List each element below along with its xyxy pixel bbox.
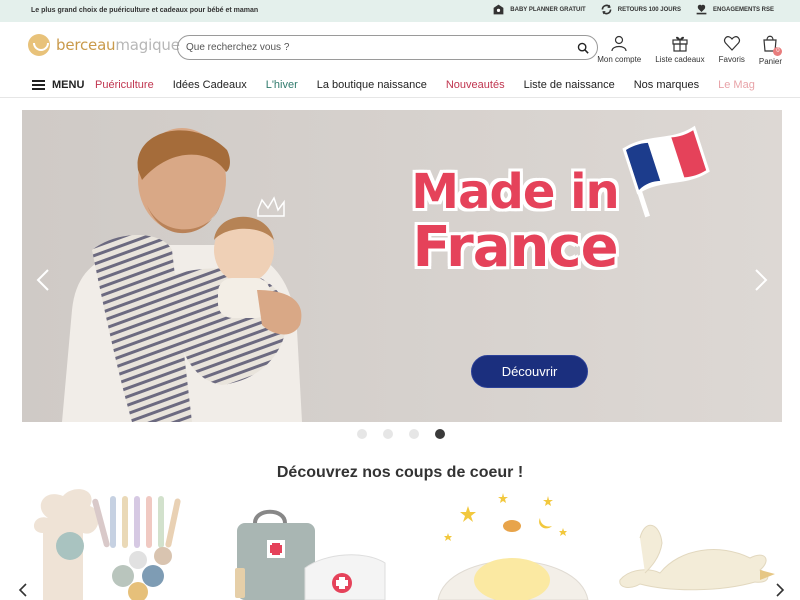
baby-planner-icon [493,4,504,15]
perk-baby-planner[interactable]: BABY PLANNER GRATUIT [492,3,586,16]
nav-item-puericulture[interactable]: Puériculture [95,79,154,91]
nav-item-hiver[interactable]: L'hiver [266,79,298,91]
perk-returns[interactable]: RETOURS 100 JOURS [600,3,681,16]
product-card-night-light[interactable] [428,488,598,600]
rse-icon [696,4,707,15]
site-logo[interactable]: berceaumagique [28,34,180,56]
logo-mark [28,34,50,56]
menu-button[interactable]: MENU [32,79,84,91]
carousel-dot[interactable] [409,429,419,439]
cart-count-badge: 0 [773,47,783,56]
discover-button[interactable]: Découvrir [471,355,588,388]
hero-headline-line1: Made in [411,164,619,220]
hero-banner[interactable]: Made in France Découvrir [22,110,782,422]
main-nav: MENU Puériculture Idées Cadeaux L'hiver … [0,74,800,98]
search-input[interactable] [186,42,577,53]
logo-wordmark: berceaumagique [56,36,180,54]
nav-item-liste-naissance[interactable]: Liste de naissance [524,79,615,91]
heart-icon [723,36,740,51]
favorites-label: Favoris [718,55,745,64]
perk-label: ENGAGEMENTS RSE [712,6,774,13]
carousel-dot[interactable] [357,429,367,439]
nav-item-le-mag[interactable]: Le Mag [718,79,755,91]
gift-list-label: Liste cadeaux [655,55,705,64]
search-bar [177,35,598,60]
site-header: berceaumagique Mon compte Liste cadeaux … [0,22,800,74]
account-button[interactable]: Mon compte [597,34,641,66]
hero-headline: Made in France [350,168,680,276]
account-label: Mon compte [597,55,642,64]
nav-items: Puériculture Idées Cadeaux L'hiver La bo… [95,79,755,91]
chevron-left-icon[interactable] [36,268,50,292]
perk-label: RETOURS 100 JOURS [617,6,681,13]
carousel-dots [357,429,445,439]
promo-bar: Le plus grand choix de puériculture et c… [0,0,800,22]
site-tagline: Le plus grand choix de puériculture et c… [31,7,259,14]
cart-icon-wrap: 0 [761,34,783,56]
search-icon[interactable] [577,42,589,54]
nav-item-nos-marques[interactable]: Nos marques [634,79,699,91]
hero-headline-line2: France [412,215,618,280]
favorites-button[interactable]: Favoris [719,34,745,66]
user-icon [611,35,627,52]
carousel-dot-active[interactable] [435,429,445,439]
chevron-right-icon[interactable] [754,268,768,292]
header-actions: Mon compte Liste cadeaux Favoris 0 Panie… [597,34,783,66]
product-card-doctor-kit[interactable] [225,488,395,600]
chevron-left-icon[interactable] [18,583,28,597]
nav-item-idees-cadeaux[interactable]: Idées Cadeaux [173,79,247,91]
gift-icon [672,36,688,52]
cart-button[interactable]: 0 Panier [758,34,783,66]
returns-icon [601,4,612,15]
chevron-right-icon[interactable] [775,583,785,597]
perks-list: BABY PLANNER GRATUIT RETOURS 100 JOURS E… [492,3,774,16]
perk-label: BABY PLANNER GRATUIT [510,6,586,13]
carousel-dot[interactable] [383,429,393,439]
product-card-toy[interactable] [28,488,198,600]
favorites-carousel [0,488,800,600]
product-card-plush-goose[interactable] [610,488,780,600]
hamburger-icon [32,80,45,90]
gift-list-button[interactable]: Liste cadeaux [655,34,705,66]
section-title: Découvrez nos coups de coeur ! [276,464,524,481]
nav-item-boutique-naissance[interactable]: La boutique naissance [317,79,427,91]
perk-rse[interactable]: ENGAGEMENTS RSE [695,3,774,16]
cart-label: Panier [758,57,782,66]
nav-item-nouveautes[interactable]: Nouveautés [446,79,505,91]
menu-label: MENU [52,79,85,91]
